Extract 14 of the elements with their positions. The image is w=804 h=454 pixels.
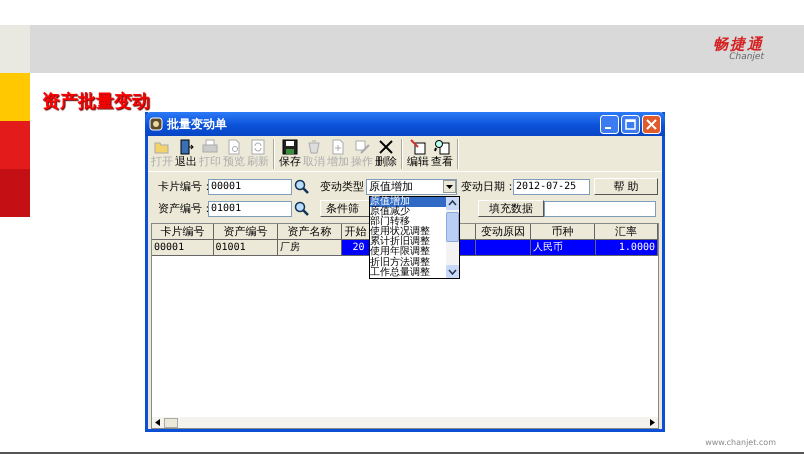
window-title: 批量变动单 bbox=[167, 116, 228, 132]
logo-text: 畅捷通 bbox=[713, 36, 764, 52]
field-label: 资产编号： bbox=[158, 201, 208, 216]
field-label: 变动日期： bbox=[461, 179, 513, 194]
table-cell: 人民币 bbox=[531, 240, 596, 256]
field-label: 变动类型 bbox=[320, 179, 365, 194]
slide-title: 资产批量变动 bbox=[42, 92, 150, 112]
table-cell: 00001 bbox=[152, 240, 214, 256]
table-cell: 01001 bbox=[214, 240, 278, 256]
field-label: 卡片编号： bbox=[158, 179, 208, 194]
table-cell: 1.0000 bbox=[596, 240, 658, 256]
logo-subtext: Chanjet bbox=[729, 52, 764, 62]
footer-url: www.chanjet.com bbox=[705, 438, 776, 447]
table-cell: 厂房 bbox=[278, 240, 342, 256]
